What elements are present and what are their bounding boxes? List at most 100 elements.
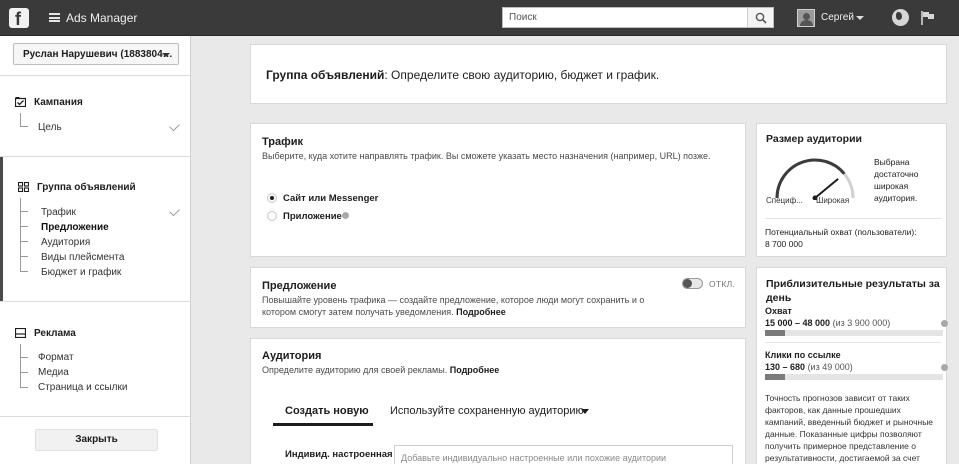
divider [765,342,941,343]
top-bar: Ads Manager Сергей [0,0,959,36]
account-select[interactable]: Руслан Нарушевич (1883804… [13,43,179,65]
divider [765,218,941,219]
link-clicks-value: 130 – 680 (из 49 000) [765,362,853,372]
campaign-icon [15,97,26,107]
tree-tick [20,211,28,212]
audience-status: Выбрана достаточно широкая аудитория. [874,157,919,203]
chevron-down-icon [162,53,170,57]
offer-card: Предложение ОТКЛ. Повышайте уровень траф… [250,267,746,328]
page-title: Группа объявлений: Определите свою аудит… [266,68,660,82]
daily-results-title: Приблизительные результаты за день [766,278,940,304]
checkmark-icon [169,120,180,132]
tree-tick [20,256,28,257]
tree-line [20,198,21,272]
tree-tick [20,226,28,227]
audience-more-link[interactable]: Подробнее [450,365,500,375]
offer-more-link[interactable]: Подробнее [456,307,506,317]
sidebar-item-media[interactable]: Медиа [38,367,69,378]
search-box [502,7,774,28]
gauge-label-specific: Специф... [766,196,803,205]
chevron-down-icon[interactable] [581,409,589,414]
potential-reach-label: Потенциальный охват (пользователи): [765,227,917,237]
hamburger-menu-icon[interactable] [49,13,60,22]
custom-audience-input[interactable]: Добавьте индивидуально настроенные или п… [394,445,733,464]
tree-line [20,344,21,388]
offer-title: Предложение [262,280,337,292]
flag-icon[interactable] [920,10,936,26]
tree-tick [20,271,28,272]
ad-set-header-card: Группа объявлений: Определите свою аудит… [250,44,947,104]
radio-app[interactable] [267,211,277,221]
link-clicks-bar-fill [765,374,785,380]
reach-value: 15 000 – 48 000 (из 3 900 000) [765,318,891,328]
custom-audience-label: Индивид. настроенная [285,449,393,460]
forecast-note: Точность прогнозов зависит от таких факт… [765,393,934,463]
potential-reach-value: 8 700 000 [765,239,803,249]
audience-gauge [775,158,855,200]
audience-size-card: Размер аудитории Специф... Широкая Выбра… [756,123,947,257]
active-tab-underline [273,423,373,426]
reach-label: Охват [765,306,792,316]
daily-results-card: Приблизительные результаты за день Охват… [756,267,948,464]
option-website-messenger[interactable]: Сайт или Messenger [283,193,378,204]
sidebar-section-campaign[interactable]: Кампания [34,97,83,108]
app-title: Ads Manager [66,11,138,25]
chevron-down-icon[interactable] [856,16,864,20]
audience-size-title: Размер аудитории [766,133,863,145]
reach-bar-fill [765,330,785,336]
info-icon[interactable] [941,320,948,327]
divider [0,416,191,417]
sidebar-item-format[interactable]: Формат [38,352,74,363]
divider [0,156,191,157]
sidebar-item-placements[interactable]: Виды плейсмента [41,252,124,263]
tree-line [20,113,21,127]
tree-tick [20,372,28,373]
sidebar-section-ad-set[interactable]: Группа объявлений [37,182,136,193]
link-clicks-bar [765,374,943,380]
globe-icon[interactable] [892,9,909,26]
audience-title: Аудитория [262,350,322,362]
custom-audience-placeholder: Добавьте индивидуально настроенные или п… [401,453,667,463]
search-icon [755,12,767,24]
tab-saved-audience[interactable]: Используйте сохраненную аудиторию [390,405,584,417]
sidebar-item-objective[interactable]: Цель [38,122,62,133]
link-clicks-label: Клики по ссылке [765,350,841,360]
radio-website-messenger[interactable] [267,193,277,203]
checkmark-icon [169,205,180,217]
info-icon[interactable] [941,364,948,371]
sidebar-section-ad[interactable]: Реклама [34,328,76,339]
search-input[interactable] [503,8,748,27]
ad-set-icon [18,182,29,192]
offer-toggle[interactable] [682,278,703,289]
sidebar-item-traffic[interactable]: Трафик [41,207,76,218]
audience-subtitle: Определите аудиторию для своей рекламы. … [262,365,500,375]
facebook-logo-icon[interactable] [9,8,29,30]
option-app[interactable]: Приложение [283,211,342,222]
tree-tick [20,241,28,242]
gauge-label-broad: Широкая [816,196,850,205]
sidebar: Руслан Нарушевич (1883804… Кампания Цель… [0,36,191,464]
info-icon[interactable] [342,212,349,219]
avatar[interactable] [797,9,815,27]
traffic-card: Трафик Выберите, куда хотите направлять … [250,123,746,257]
tab-create-new[interactable]: Создать новую [285,405,369,417]
active-section-indicator [0,157,3,302]
ad-icon [15,328,26,338]
sidebar-item-offer[interactable]: Предложение [41,222,109,233]
user-name[interactable]: Сергей [821,12,854,23]
divider [0,301,191,302]
offer-description: Повышайте уровень трафика — создайте пре… [262,295,645,317]
tree-tick [20,357,28,358]
tree-tick [20,387,28,388]
close-button[interactable]: Закрыть [35,429,158,451]
sidebar-item-audience[interactable]: Аудитория [41,237,90,248]
account-name: Руслан Нарушевич (1883804… [23,49,173,60]
tree-tick [20,126,28,127]
audience-card: Аудитория Определите аудиторию для своей… [250,338,746,464]
offer-toggle-label: ОТКЛ. [709,279,736,289]
sidebar-item-budget-schedule[interactable]: Бюджет и график [41,267,121,278]
search-button[interactable] [747,8,773,27]
divider [0,75,191,76]
sidebar-item-page-links[interactable]: Страница и ссылки [38,382,127,393]
traffic-subtitle: Выберите, куда хотите направлять трафик.… [262,151,711,161]
